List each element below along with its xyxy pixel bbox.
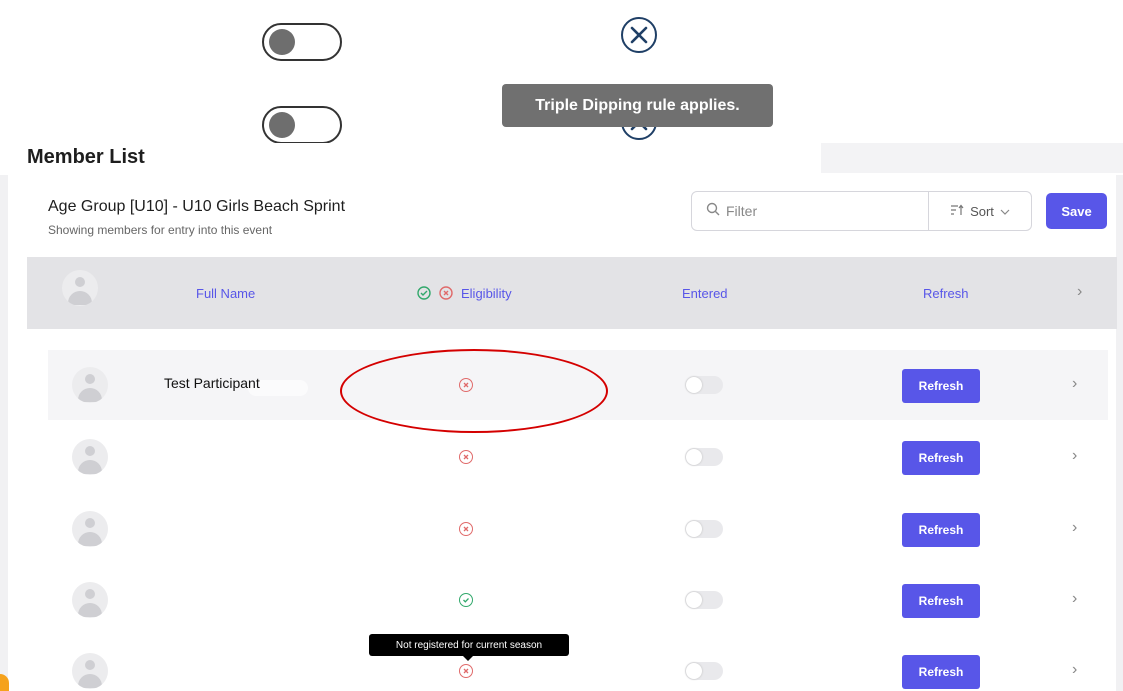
header-refresh[interactable]: Refresh bbox=[923, 286, 969, 301]
save-button[interactable]: Save bbox=[1046, 193, 1107, 229]
sort-icon bbox=[950, 204, 964, 219]
table-row[interactable]: Refresh › bbox=[48, 422, 1108, 492]
title-strip bbox=[190, 143, 821, 173]
entered-toggle[interactable] bbox=[685, 520, 723, 538]
header-full-name[interactable]: Full Name bbox=[196, 286, 255, 301]
event-title: Age Group [U10] - U10 Girls Beach Sprint bbox=[48, 198, 346, 215]
x-circle-icon bbox=[439, 286, 453, 305]
right-edge bbox=[1116, 175, 1123, 691]
x-circle-icon[interactable] bbox=[459, 450, 473, 464]
member-name: Test Participant bbox=[164, 375, 260, 391]
refresh-button[interactable]: Refresh bbox=[902, 655, 980, 689]
title-strip-right bbox=[821, 143, 1123, 173]
table-row[interactable]: Refresh › bbox=[48, 636, 1108, 691]
chevron-right-icon[interactable]: › bbox=[1072, 590, 1077, 608]
avatar-icon bbox=[62, 270, 98, 306]
large-toggle-2[interactable] bbox=[262, 106, 342, 144]
entered-toggle[interactable] bbox=[685, 448, 723, 466]
filter-field[interactable] bbox=[691, 191, 929, 231]
chevron-right-icon[interactable]: › bbox=[1072, 661, 1077, 679]
member-list-title: Member List bbox=[27, 146, 145, 168]
avatar-icon bbox=[72, 653, 108, 689]
header-entered[interactable]: Entered bbox=[682, 286, 728, 301]
table-row[interactable]: Refresh › bbox=[48, 494, 1108, 564]
left-edge bbox=[0, 175, 8, 691]
x-circle-icon[interactable] bbox=[459, 664, 473, 678]
check-circle-icon bbox=[417, 286, 431, 305]
large-toggle-1[interactable] bbox=[262, 23, 342, 61]
avatar-icon bbox=[72, 582, 108, 618]
avatar-icon bbox=[72, 367, 108, 403]
avatar-icon bbox=[72, 439, 108, 475]
toggle-knob bbox=[269, 29, 295, 55]
close-circle-icon[interactable] bbox=[621, 17, 657, 53]
header-eligibility[interactable]: Eligibility bbox=[461, 286, 512, 301]
chevron-right-icon[interactable]: › bbox=[1072, 447, 1077, 465]
check-circle-icon[interactable] bbox=[459, 593, 473, 607]
triple-dipping-tooltip: Triple Dipping rule applies. bbox=[502, 84, 773, 127]
refresh-button[interactable]: Refresh bbox=[902, 584, 980, 618]
sort-label: Sort bbox=[970, 203, 994, 219]
search-icon bbox=[706, 202, 720, 221]
chevron-right-icon[interactable]: › bbox=[1072, 375, 1077, 393]
chevron-right-icon[interactable]: › bbox=[1077, 283, 1082, 301]
chevron-down-icon bbox=[1000, 204, 1010, 219]
toggle-knob bbox=[269, 112, 295, 138]
table-row[interactable]: Refresh › bbox=[48, 565, 1108, 635]
eligibility-tooltip: Not registered for current season bbox=[369, 634, 569, 661]
x-circle-icon[interactable] bbox=[459, 522, 473, 536]
entered-toggle[interactable] bbox=[685, 376, 723, 394]
entered-toggle[interactable] bbox=[685, 591, 723, 609]
annotation-ellipse bbox=[340, 349, 608, 433]
avatar-icon bbox=[72, 511, 108, 547]
refresh-button[interactable]: Refresh bbox=[902, 441, 980, 475]
entered-toggle[interactable] bbox=[685, 662, 723, 680]
event-subtitle: Showing members for entry into this even… bbox=[48, 223, 273, 237]
table-header: Full Name Eligibility Entered Refresh › bbox=[27, 257, 1117, 329]
filter-input[interactable] bbox=[726, 203, 906, 219]
sort-button[interactable]: Sort bbox=[928, 191, 1032, 231]
refresh-button[interactable]: Refresh bbox=[902, 513, 980, 547]
refresh-button[interactable]: Refresh bbox=[902, 369, 980, 403]
chevron-right-icon[interactable]: › bbox=[1072, 519, 1077, 537]
